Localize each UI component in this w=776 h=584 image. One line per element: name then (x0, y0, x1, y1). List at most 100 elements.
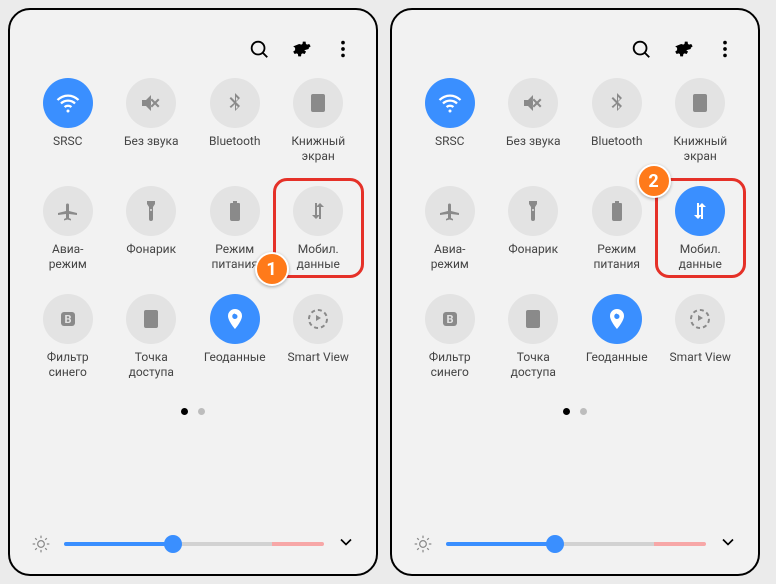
gear-icon (672, 38, 694, 60)
tile-label: Книжный экран (673, 134, 727, 164)
settings-button[interactable] (290, 38, 312, 60)
battery-icon (210, 186, 260, 236)
filter-b-icon (425, 294, 475, 344)
wifi-icon (425, 78, 475, 128)
portrait-icon (293, 78, 343, 128)
data-icon (675, 186, 725, 236)
search-button[interactable] (248, 38, 270, 60)
tile-hotspot[interactable]: Точка доступа (110, 294, 194, 380)
airplane-icon (43, 186, 93, 236)
tile-mute[interactable]: Без звука (110, 78, 194, 164)
mute-icon (126, 78, 176, 128)
search-button[interactable] (630, 38, 652, 60)
annotation-badge: 1 (255, 252, 289, 286)
tile-label: Книжный экран (291, 134, 345, 164)
tile-location[interactable]: Геоданные (575, 294, 659, 380)
tile-label: Фильтр синего (429, 350, 471, 380)
brightness-slider[interactable] (64, 542, 324, 546)
smartview-icon (293, 294, 343, 344)
tile-label: Smart View (288, 350, 349, 380)
tile-bluelight[interactable]: Фильтр синего (26, 294, 110, 380)
tile-label: Авиа- режим (431, 242, 469, 272)
tile-bluetooth[interactable]: Bluetooth (575, 78, 659, 164)
expand-button[interactable] (336, 532, 356, 556)
tile-label: Геоданные (204, 350, 266, 380)
slider-thumb[interactable] (164, 535, 182, 553)
tile-flashlight[interactable]: Фонарик (110, 186, 194, 272)
brightness-row (412, 532, 738, 556)
tile-label: Без звука (124, 134, 179, 164)
settings-button[interactable] (672, 38, 694, 60)
tile-book[interactable]: Книжный экран (277, 78, 361, 164)
sun-icon (412, 533, 434, 555)
tile-label: Smart View (670, 350, 731, 380)
tile-label: SRSC (53, 134, 82, 164)
location-icon (592, 294, 642, 344)
tile-label: Геоданные (586, 350, 648, 380)
page-dot (181, 408, 188, 415)
tile-mute[interactable]: Без звука (492, 78, 576, 164)
tile-label: Режим питания (212, 242, 259, 272)
bluetooth-icon (210, 78, 260, 128)
tile-label: Мобил. данные (297, 242, 340, 272)
brightness-slider[interactable] (446, 542, 706, 546)
tile-mobiledata[interactable]: Мобил. данные2 (659, 186, 743, 272)
flashlight-icon (126, 186, 176, 236)
phone-frame: SRSC Без звука Bluetooth Книжный экран Авиа-… (8, 8, 378, 576)
smartview-icon (675, 294, 725, 344)
bluetooth-icon (592, 78, 642, 128)
page-dot (580, 408, 587, 415)
tile-label: Фонарик (126, 242, 176, 272)
page-dot (198, 408, 205, 415)
tile-label: Режим питания (594, 242, 641, 272)
page-dot (563, 408, 570, 415)
hotspot-icon (508, 294, 558, 344)
tile-label: Авиа- режим (49, 242, 87, 272)
tile-airplane[interactable]: Авиа- режим (26, 186, 110, 272)
tile-label: Фильтр синего (47, 350, 89, 380)
flashlight-icon (508, 186, 558, 236)
tile-label: Точка доступа (511, 350, 556, 380)
more-button[interactable] (714, 38, 736, 60)
tile-label: Без звука (506, 134, 561, 164)
tile-book[interactable]: Книжный экран (659, 78, 743, 164)
tile-label: SRSC (435, 134, 464, 164)
tile-label: Точка доступа (129, 350, 174, 380)
battery-icon (592, 186, 642, 236)
tile-wifi[interactable]: SRSC (26, 78, 110, 164)
tile-bluelight[interactable]: Фильтр синего (408, 294, 492, 380)
more-button[interactable] (332, 38, 354, 60)
tile-smartview[interactable]: Smart View (659, 294, 743, 380)
quick-settings-topbar (10, 10, 376, 74)
data-icon (293, 186, 343, 236)
tile-flashlight[interactable]: Фонарик (492, 186, 576, 272)
gear-icon (290, 38, 312, 60)
tile-label: Фонарик (508, 242, 558, 272)
tile-smartview[interactable]: Smart View (277, 294, 361, 380)
tile-hotspot[interactable]: Точка доступа (492, 294, 576, 380)
tile-power[interactable]: Режим питания (575, 186, 659, 272)
filter-b-icon (43, 294, 93, 344)
phone-frame: SRSC Без звука Bluetooth Книжный экран Авиа-… (390, 8, 760, 576)
tile-wifi[interactable]: SRSC (408, 78, 492, 164)
quick-settings-grid: SRSC Без звука Bluetooth Книжный экран Авиа-… (392, 74, 758, 380)
mute-icon (508, 78, 558, 128)
expand-button[interactable] (718, 532, 738, 556)
tile-airplane[interactable]: Авиа- режим (408, 186, 492, 272)
slider-thumb[interactable] (546, 535, 564, 553)
page-indicator (392, 408, 758, 415)
search-icon (248, 38, 270, 60)
search-icon (630, 38, 652, 60)
wifi-icon (43, 78, 93, 128)
tile-label: Мобил. данные (679, 242, 722, 272)
location-icon (210, 294, 260, 344)
quick-settings-topbar (392, 10, 758, 74)
portrait-icon (675, 78, 725, 128)
brightness-row (30, 532, 356, 556)
more-icon (714, 38, 736, 60)
tile-mobiledata[interactable]: Мобил. данные1 (277, 186, 361, 272)
tile-bluetooth[interactable]: Bluetooth (193, 78, 277, 164)
sun-icon (30, 533, 52, 555)
tile-location[interactable]: Геоданные (193, 294, 277, 380)
more-icon (332, 38, 354, 60)
